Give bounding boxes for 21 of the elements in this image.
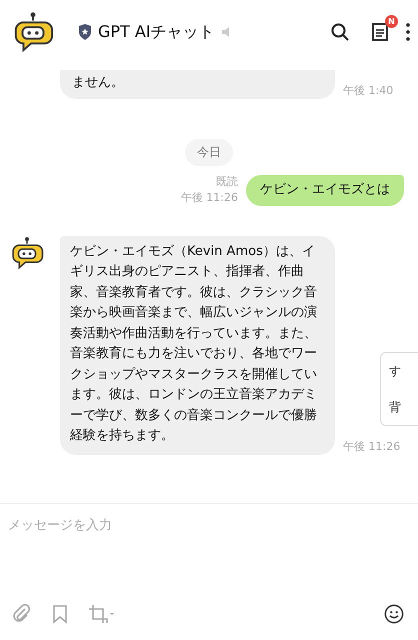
- read-receipt: 既読: [216, 174, 238, 190]
- chat-title: GPT AIチャット: [98, 22, 215, 42]
- popup-text: す: [389, 362, 401, 380]
- search-icon[interactable]: [330, 22, 350, 42]
- received-message: ません。: [60, 70, 335, 98]
- received-message: ケビン・エイモズ（Kevin Amos）は、イギリス出身のピアニスト、指揮者、作曲家、音楽教育者です。彼は、クラシック音楽から映画音楽まで、幅広いジャンルの演奏活動や作曲活動を行っています。また、音楽教育にも力を注いでおり、各地でワークショップやマスタークラスを開催しています。彼は、ロンドンの王立音楽アカデミーで学び、数多くの音楽コンクールで優勝経験を持ちます。: [60, 236, 335, 454]
- popup-text: 背: [389, 398, 401, 416]
- paperclip-icon[interactable]: [12, 604, 32, 624]
- message-input[interactable]: メッセージを入力: [0, 504, 418, 547]
- message-time: 午後 1:40: [343, 82, 394, 98]
- message-time: 午後 11:26: [343, 438, 400, 454]
- notes-icon[interactable]: [370, 22, 390, 42]
- shield-icon: [78, 24, 92, 40]
- sent-message: ケビン・エイモズとは: [246, 175, 404, 206]
- notification-badge: N: [385, 15, 398, 28]
- date-chip: 今日: [185, 138, 233, 166]
- robot-logo-icon: [12, 11, 54, 53]
- message-time: 午後 11:26: [180, 190, 238, 206]
- robot-avatar-icon: [10, 236, 44, 270]
- emoji-icon[interactable]: [384, 604, 404, 624]
- more-icon[interactable]: [406, 22, 410, 42]
